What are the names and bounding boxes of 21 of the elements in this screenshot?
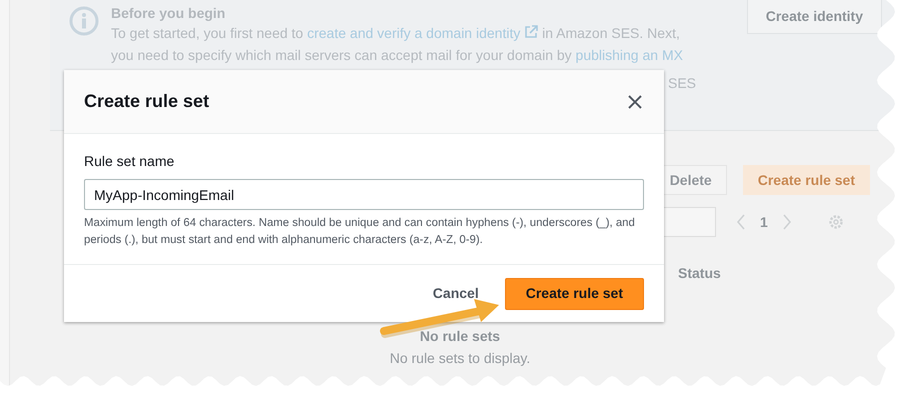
- link[interactable]: publishing an MX: [576, 47, 683, 63]
- settings-icon[interactable]: [828, 214, 844, 230]
- info-title: Before you begin: [111, 4, 226, 22]
- next-page-icon[interactable]: [782, 214, 792, 230]
- empty-text: No rule sets to display.: [390, 350, 530, 366]
- create-identity-button[interactable]: Create identity: [746, 0, 882, 34]
- info-text: To get started, you first need to create and verify a domain identity in Amazon SES. Next, you need to specify which mail servers can accept mail for your domain by publishing an MX: [111, 24, 684, 65]
- dialog-title: Create rule set: [84, 90, 210, 113]
- field-label: Rule set name: [84, 152, 176, 171]
- create-rule-set-button[interactable]: Create rule set: [504, 278, 644, 310]
- cancel-button[interactable]: Cancel: [432, 283, 479, 304]
- info-text-fragment: SES: [668, 74, 696, 93]
- field-hint: Maximum length of 64 characters. Name should be unique and can contain hyphens (-), underscores (_), and periods (.), but must start and end with alphanumeric characters (a-z, A-Z, 0-9).: [84, 216, 636, 248]
- create-rule-set-button[interactable]: Create rule set: [742, 165, 870, 195]
- info-icon: [69, 6, 99, 36]
- empty-title: No rule sets: [420, 328, 500, 344]
- page-number[interactable]: 1: [760, 212, 768, 232]
- column-header: Status: [678, 264, 721, 283]
- previous-page-icon[interactable]: [736, 214, 746, 230]
- close-button[interactable]: [626, 92, 644, 110]
- rule-set-name-field[interactable]: MyApp-IncomingEmail: [84, 179, 644, 210]
